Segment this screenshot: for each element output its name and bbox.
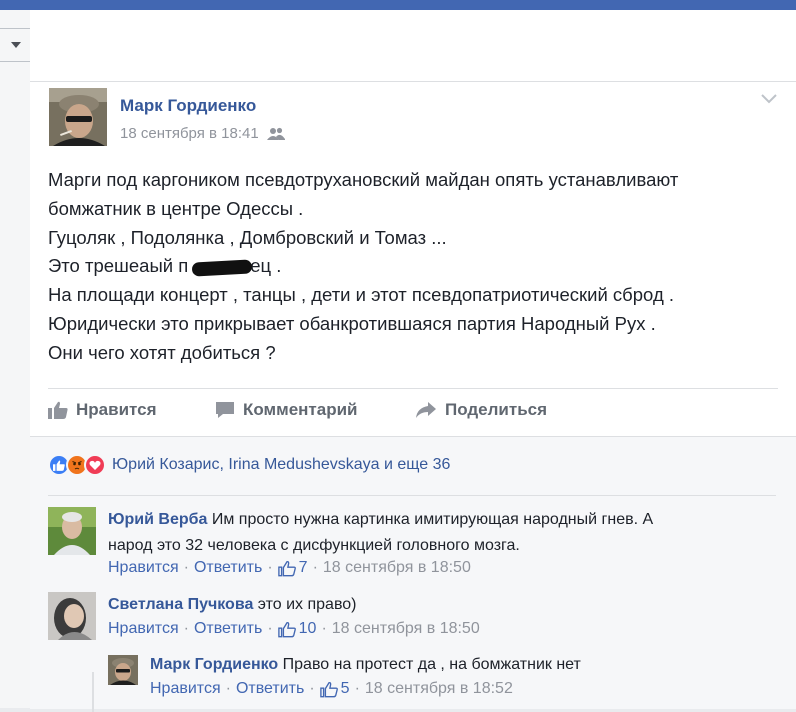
chevron-down-icon <box>11 42 21 48</box>
separator-dot: · <box>309 680 315 697</box>
dropdown-button[interactable] <box>0 28 33 62</box>
comment-label: Комментарий <box>243 400 358 419</box>
separator-dot: · <box>354 680 360 697</box>
separator-dot: · <box>267 559 273 576</box>
thumbs-up-outline-icon <box>319 681 338 697</box>
reply-thread-line <box>92 672 94 712</box>
separator-dot: · <box>321 620 327 637</box>
comment-likes-count: 7 <box>298 559 308 576</box>
comments-divider <box>48 495 776 496</box>
comment-meta: Нравится · Ответить · 7 · 18 сентября в … <box>108 559 471 577</box>
share-button[interactable]: Поделиться <box>415 400 547 420</box>
comment-text: Им просто нужна картинка имитирующая нар… <box>211 511 654 528</box>
commenter-avatar[interactable] <box>48 592 96 640</box>
post-text: Марги под каргоником псевдотрухановский … <box>48 166 778 368</box>
post-timestamp[interactable]: 18 сентября в 18:41 <box>120 125 259 142</box>
author-avatar[interactable] <box>49 88 107 146</box>
thumbs-up-outline-icon <box>277 621 296 637</box>
post-text-fragment: ец . <box>250 255 282 277</box>
commenter-name[interactable]: Юрий Верба <box>108 511 207 528</box>
top-navigation-bar <box>0 0 796 10</box>
comment-timestamp[interactable]: 18 сентября в 18:50 <box>332 620 480 638</box>
comment-text: Право на протест да , на бомжатник нет <box>282 656 581 673</box>
comment-button[interactable]: Комментарий <box>215 400 357 420</box>
comment-likes-count: 5 <box>340 680 350 697</box>
like-button[interactable]: Нравится <box>48 400 157 420</box>
post-options-chevron-icon[interactable] <box>761 94 777 104</box>
post-text-line: На площади концерт , танцы , дети и этот… <box>48 284 675 306</box>
separator-dot: · <box>183 620 189 637</box>
comment-reply-link[interactable]: Ответить <box>194 559 262 577</box>
commenter-name[interactable]: Светлана Пучкова <box>108 596 253 613</box>
share-icon <box>416 402 436 418</box>
separator-dot: · <box>225 680 231 697</box>
commenter-avatar[interactable] <box>48 507 96 555</box>
comment-body: Юрий Верба Им просто нужна картинка имит… <box>108 507 708 559</box>
comment-timestamp[interactable]: 18 сентября в 18:50 <box>323 559 471 577</box>
reply-author-avatar[interactable] <box>108 655 138 685</box>
actions-divider <box>48 388 778 389</box>
thumbs-up-icon <box>48 401 68 419</box>
comment-text: народ это 32 человека с дисфункцией голо… <box>108 537 520 554</box>
commenter-name[interactable]: Марк Гордиенко <box>150 656 278 673</box>
comment-likes-count: 10 <box>298 620 317 637</box>
comment-likes[interactable]: 7 <box>277 559 308 577</box>
post-text-line: Гуцоляк , Подолянка , Домбровский и Тома… <box>48 226 447 248</box>
redaction-scribble <box>191 258 253 277</box>
love-reaction-icon <box>84 454 106 476</box>
comment-timestamp[interactable]: 18 сентября в 18:52 <box>365 680 513 698</box>
post-text-line-redacted: Это трешеаый п ец . <box>48 252 778 281</box>
reactions-names[interactable]: Юрий Козарис, Irina Medushevskaya и еще … <box>112 456 450 474</box>
post-card: Марк Гордиенко 18 сентября в 18:41 Марги… <box>30 82 796 712</box>
share-label: Поделиться <box>445 400 548 419</box>
comment-like-link[interactable]: Нравится <box>108 559 179 577</box>
comment-like-link[interactable]: Нравится <box>108 620 179 638</box>
post-author-name[interactable]: Марк Гордиенко <box>120 96 256 116</box>
comment-reply-link[interactable]: Ответить <box>236 680 304 698</box>
comment-like-link[interactable]: Нравится <box>150 680 221 698</box>
separator-dot: · <box>312 559 318 576</box>
friends-audience-icon[interactable] <box>266 127 285 141</box>
comment-body: Светлана Пучкова это их право) <box>108 592 708 618</box>
top-card-strip <box>30 10 796 82</box>
comment-icon <box>216 402 234 418</box>
comment-text: это их право) <box>257 596 357 613</box>
post-meta: 18 сентября в 18:41 <box>120 125 285 142</box>
comment-meta: Нравится · Ответить · 5 · 18 сентября в … <box>150 680 513 698</box>
comment-body: Марк Гордиенко Право на протест да , на … <box>150 652 750 678</box>
comment-meta: Нравится · Ответить · 10 · 18 сентября в… <box>108 620 480 638</box>
separator-dot: · <box>267 620 273 637</box>
post-text-line: Марги под каргоником псевдотрухановский … <box>48 169 679 190</box>
like-label: Нравится <box>76 400 157 419</box>
comment-likes[interactable]: 10 <box>277 620 317 638</box>
separator-dot: · <box>183 559 189 576</box>
comment-likes[interactable]: 5 <box>319 680 350 698</box>
post-text-line: бомжатник в центре Одессы . <box>48 197 304 219</box>
thumbs-up-outline-icon <box>277 560 296 576</box>
left-panel <box>0 10 30 708</box>
post-text-line: Они чего хотят добиться ? <box>48 341 276 363</box>
comment-reply-link[interactable]: Ответить <box>194 620 262 638</box>
post-text-fragment: Это трешеаый п <box>48 255 189 277</box>
reactions-summary[interactable]: Юрий Козарис, Irina Medushevskaya и еще … <box>48 454 450 476</box>
post-text-line: Юридически это прикрывает обанкротившаяс… <box>48 312 656 334</box>
